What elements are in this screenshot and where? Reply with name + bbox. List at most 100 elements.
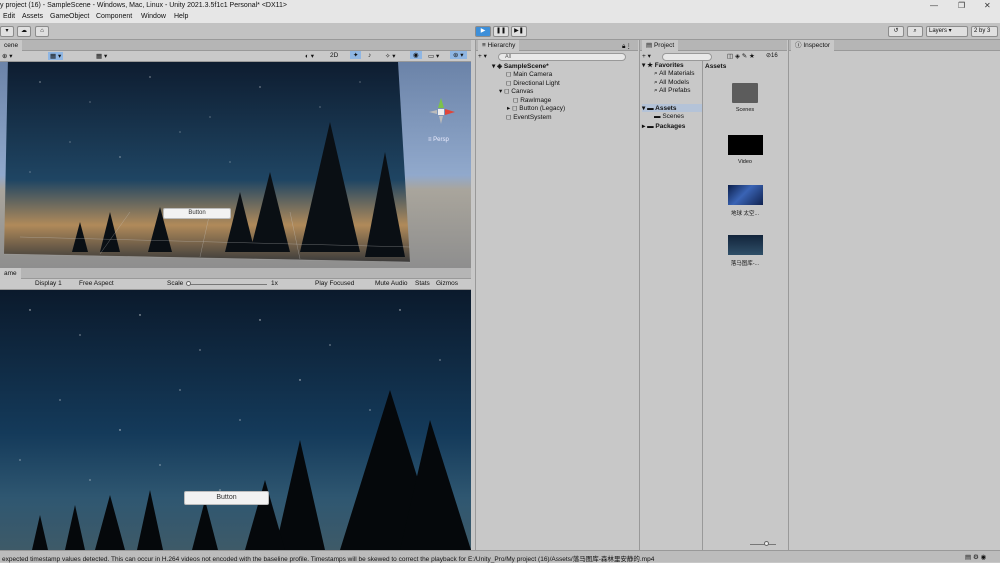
project-filter-icons[interactable]: ◫ ◈ ✎ ★ — [727, 52, 755, 60]
tab-scene[interactable]: cene — [0, 40, 23, 51]
fav-all-prefabs[interactable]: ⌕ All Prefabs — [654, 87, 691, 95]
persp-label[interactable]: ≡ Persp — [428, 137, 449, 143]
project-tab-label: Project — [653, 42, 675, 49]
scale-slider-track[interactable] — [187, 284, 267, 285]
stats-button[interactable]: Stats — [415, 280, 430, 287]
scale-value: 1x — [271, 280, 278, 287]
game-panel: ame Display 1 Free Aspect Scale 1x Play … — [0, 268, 471, 550]
tab-game[interactable]: ame — [0, 268, 21, 279]
scenes-label: Scenes — [662, 113, 684, 120]
project-search-input[interactable] — [662, 53, 712, 61]
menu-assets[interactable]: Assets — [22, 13, 43, 20]
game-ui-button[interactable]: Button — [184, 491, 269, 505]
video-thumbnail — [727, 135, 763, 155]
layout-dropdown[interactable]: 2 by 3 — [971, 26, 998, 37]
thumbnail-size-handle[interactable] — [764, 541, 769, 546]
asset-forest-video[interactable]: 落马图库-... — [720, 235, 770, 267]
hierarchy-tab-label: Hierarchy — [487, 42, 516, 49]
menu-edit[interactable]: Edit — [3, 13, 15, 20]
gizmos-icon[interactable]: ⊛ ▾ — [450, 51, 467, 59]
draw-mode-icon[interactable]: ▦ ▾ — [48, 52, 64, 60]
hierarchy-tabbar: ≡ Hierarchy 🔒︎⋮ — [476, 40, 638, 51]
hierarchy-item[interactable]: ◻ Directional Light — [506, 79, 560, 87]
transform-tools-icon[interactable]: ⊕ ▾ — [2, 52, 13, 60]
history-icon[interactable]: ↺ — [888, 26, 904, 37]
tab-hierarchy[interactable]: ≡ Hierarchy — [478, 40, 520, 51]
menu-bar: Edit Assets GameObject Component Window … — [0, 12, 1000, 23]
favorites-label: Favorites — [654, 62, 684, 69]
grid-icon[interactable]: ▦ ▾ — [96, 52, 107, 60]
fav-label: All Prefabs — [659, 87, 691, 94]
camera-icon[interactable]: ▭ ▾ — [428, 52, 439, 60]
project-create-icon[interactable]: + ▾ — [642, 52, 651, 60]
hierarchy-item[interactable]: ◻ EventSystem — [506, 113, 552, 121]
hierarchy-item[interactable]: ▾ ◻ Canvas — [499, 87, 533, 95]
asset-label: Scenes — [735, 107, 755, 113]
menu-component[interactable]: Component — [96, 13, 132, 20]
lock-icon[interactable]: 🔒︎⋮ — [622, 42, 632, 51]
gizmos-button[interactable]: Gizmos — [436, 280, 458, 287]
hidden-objects-icon[interactable]: ◉ — [410, 51, 422, 59]
pause-button[interactable]: ❚❚ — [493, 26, 509, 37]
audio-icon[interactable]: ♪ — [368, 52, 371, 59]
asset-scenes[interactable]: Scenes — [720, 83, 770, 113]
scale-slider-handle[interactable] — [186, 281, 191, 286]
collab-icon[interactable]: ⌂ — [35, 26, 49, 37]
night-thumbnail — [727, 235, 763, 255]
close-icon[interactable]: ✕ — [984, 1, 991, 10]
favorites-header[interactable]: ▾ ★ Favorites — [642, 61, 684, 69]
tab-project[interactable]: ▤ Project — [642, 40, 679, 51]
effects-icon[interactable]: ✧ ▾ — [385, 52, 396, 60]
earth-thumbnail — [727, 185, 763, 205]
scene-viewport[interactable]: ≡ Persp Button — [0, 62, 471, 268]
scenes-folder[interactable]: ▬ Scenes — [654, 113, 684, 120]
hierarchy-item-scene[interactable]: ▾ ◈ SampleScene* — [492, 62, 549, 70]
asset-video[interactable]: Video — [720, 135, 770, 165]
layers-dropdown[interactable]: Layers ▾ — [926, 26, 968, 37]
shading-icon[interactable]: ◐ ▾ — [305, 52, 314, 60]
hierarchy-item[interactable]: ◻ RawImage — [513, 96, 551, 104]
mode-2d-button[interactable]: 2D — [330, 52, 338, 59]
packages-folder[interactable]: ▸ ▬ Packages — [642, 122, 685, 130]
main-toolbar: ▾ ☁ ⌂ ▶ ❚❚ ▶❚ ↺ ⌕ Layers ▾ 2 by 3 — [0, 23, 1000, 40]
hierarchy-search-input[interactable]: All — [498, 53, 626, 61]
hierarchy-item[interactable]: ▸ ◻ Button (Legacy) — [507, 104, 565, 112]
hidden-count[interactable]: ⊘16 — [766, 52, 778, 59]
tab-inspector[interactable]: ⓘ Inspector — [791, 40, 835, 51]
restore-icon[interactable]: ❐ — [958, 1, 965, 10]
mute-audio-button[interactable]: Mute Audio — [375, 280, 408, 287]
thumbnail-size-slider[interactable] — [750, 544, 776, 545]
project-tabbar: ▤ Project — [640, 40, 787, 51]
project-panel: ▤ Project + ▾ ◫ ◈ ✎ ★ ⊘16 ▾ ★ Favorites … — [639, 40, 787, 550]
menu-window[interactable]: Window — [141, 13, 166, 20]
game-video-image — [19, 309, 471, 550]
search-icon[interactable]: ⌕ — [907, 26, 923, 37]
lighting-icon[interactable]: ✦ — [350, 51, 362, 59]
create-icon[interactable]: + ▾ — [478, 52, 487, 60]
assets-folder[interactable]: ▾ ▬ Assets — [642, 104, 702, 112]
fav-all-models[interactable]: ⌕ All Models — [654, 79, 689, 87]
scene-ui-button[interactable]: Button — [163, 208, 231, 219]
game-viewport[interactable]: Button — [0, 290, 471, 550]
asset-earth-image[interactable]: 地球 太空... — [720, 185, 770, 217]
play-button[interactable]: ▶ — [475, 26, 491, 37]
scene-canvas-image — [3, 62, 455, 263]
inspector-panel: ⓘ Inspector — [788, 40, 1000, 550]
step-button[interactable]: ▶❚ — [511, 26, 527, 37]
asset-label: 地球 太空... — [730, 211, 760, 217]
aspect-dropdown[interactable]: Free Aspect — [79, 280, 114, 287]
display-dropdown[interactable]: Display 1 — [35, 280, 62, 287]
status-icons[interactable]: ▤ ⚙ ◉ — [965, 553, 986, 561]
minimize-icon[interactable]: — — [930, 1, 938, 10]
menu-help[interactable]: Help — [174, 13, 188, 20]
play-focused-dropdown[interactable]: Play Focused — [315, 280, 354, 287]
fav-all-materials[interactable]: ⌕ All Materials — [654, 70, 695, 78]
scene-gizmo — [429, 98, 455, 124]
window-title: y project (16) - SampleScene - Windows, … — [0, 2, 288, 9]
assets-breadcrumb[interactable]: Assets — [705, 63, 726, 70]
asset-label: 落马图库-... — [730, 261, 760, 267]
menu-gameobject[interactable]: GameObject — [50, 13, 89, 20]
cloud-icon[interactable]: ☁ — [17, 26, 31, 37]
hierarchy-item[interactable]: ◻ Main Camera — [506, 70, 552, 78]
account-button[interactable]: ▾ — [0, 26, 14, 37]
